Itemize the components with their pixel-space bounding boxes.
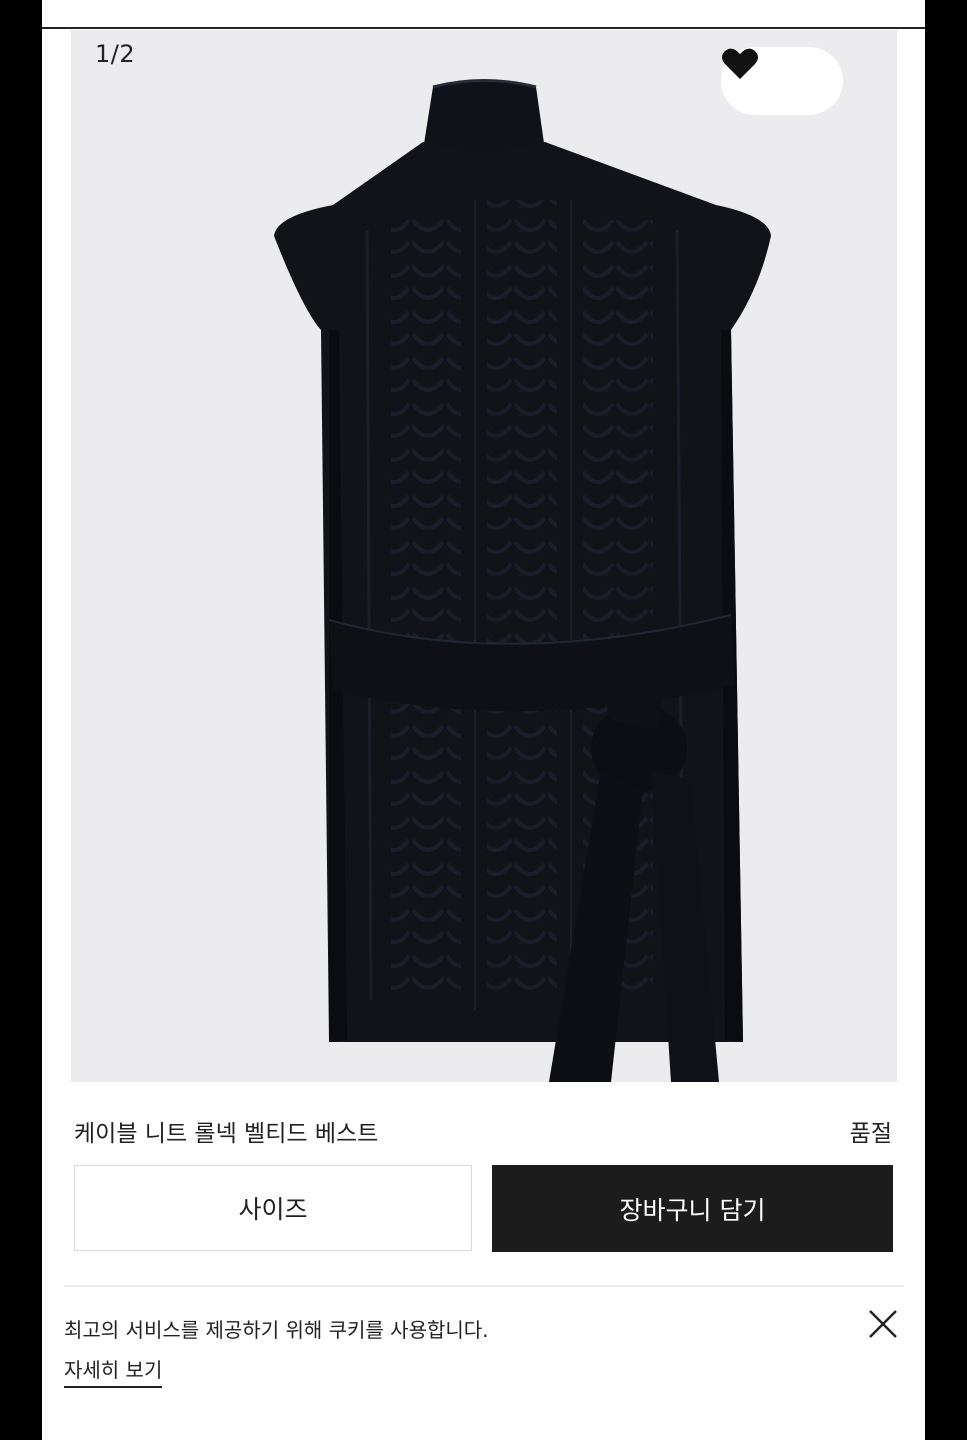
divider [64,1285,904,1287]
product-name: 케이블 니트 롤넥 벨티드 베스트 [74,1121,379,1147]
close-icon [869,1310,897,1338]
knit-vest-image [274,79,771,1082]
product-image-gallery[interactable]: 1/2 [71,30,897,1082]
product-page: 1/2 케이블 니트 롤넥 벨티드 베스트 품절 사이즈 장바구니 담기 최고의… [42,0,925,1440]
add-to-cart-button[interactable]: 장바구니 담기 [492,1165,893,1252]
cookie-message: 최고의 서비스를 제공하기 위해 쿠키를 사용합니다. [64,1318,489,1342]
wishlist-button[interactable] [721,47,843,115]
image-counter: 1/2 [95,40,136,68]
cookie-close-button[interactable] [865,1306,901,1342]
stock-status: 품절 [849,1121,892,1147]
cookie-details-link[interactable]: 자세히 보기 [64,1354,163,1388]
size-button[interactable]: 사이즈 [74,1165,472,1251]
heart-icon [722,48,758,79]
product-action-sheet: 케이블 니트 롤넥 벨티드 베스트 품절 사이즈 장바구니 담기 최고의 서비스… [42,1082,925,1440]
top-bar [42,0,925,29]
